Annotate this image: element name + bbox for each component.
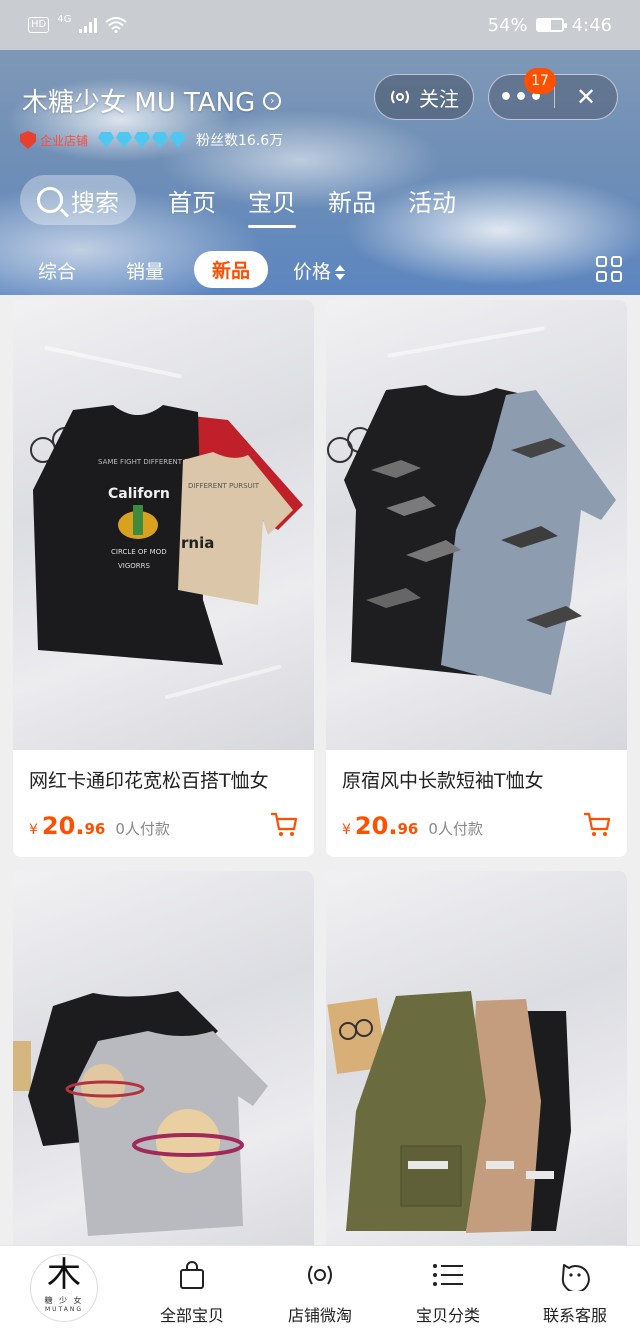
svg-text:Californ: Californ [108,486,170,502]
follow-label: 关注 [419,86,459,111]
svg-text:rnia: rnia [181,534,214,552]
tshirt-illustration [327,385,616,695]
hd-indicator: HD [28,17,50,33]
product-price: ¥ 20. 96 0人付款 [342,812,483,840]
price-decimal: 96 [84,820,106,838]
tab-items[interactable]: 宝贝 [248,183,296,228]
cart-icon[interactable] [270,812,298,838]
product-image [326,871,627,1271]
network-type: 4G [57,13,72,25]
price-integer: 20. [41,812,85,840]
shop-name-link[interactable]: 木糖少女 MU TANG › [22,82,282,119]
grid-view-icon[interactable] [596,256,622,282]
logo-tiny: MUTANG [44,1306,83,1313]
product-card[interactable] [13,871,314,1271]
product-image [326,300,627,750]
diamond-level [98,132,187,148]
filter-sales[interactable]: 销量 [126,257,164,284]
nav-customer-service[interactable]: 联系客服 [520,1258,630,1326]
tab-activity[interactable]: 活动 [408,183,456,218]
svg-text:SAME FIGHT DIFFERENT P: SAME FIGHT DIFFERENT P [98,458,189,466]
product-card[interactable]: 原宿风中长款短袖T恤女 ¥ 20. 96 0人付款 [326,300,627,857]
logo-char: 木 [47,1255,81,1295]
shield-icon [20,131,36,149]
product-card[interactable]: SAME FIGHT DIFFERENT P Californ CIRCLE O… [13,300,314,857]
signal-icon [79,17,98,33]
nav-all-items[interactable]: 全部宝贝 [137,1258,247,1326]
fans-count: 粉丝数16.6万 [196,133,284,149]
bottom-nav: 木 糖 少 女 MUTANG 全部宝贝 店铺微淘 宝贝分类 联系客服 [0,1245,640,1330]
wifi-icon [105,17,127,33]
filter-price-label: 价格 [293,260,332,283]
broadcast-icon [308,1265,332,1285]
sold-count: 0人付款 [115,820,170,838]
filter-overall[interactable]: 综合 [38,257,76,284]
status-bar: HD 4G 54% 4:46 [0,0,640,50]
diamond-icon [116,132,133,148]
nav-shop-feed[interactable]: 店铺微淘 [265,1258,375,1326]
diamond-icon [152,132,169,148]
enterprise-label: 企业店铺 [40,133,89,148]
sort-icon [335,264,346,280]
clock: 4:46 [571,14,612,36]
tab-new[interactable]: 新品 [328,183,376,218]
product-image: SAME FIGHT DIFFERENT P Californ CIRCLE O… [13,300,314,750]
logo-subtitle: 糖 少 女 [44,1296,84,1305]
pants-illustration [327,991,571,1233]
diamond-icon [134,132,151,148]
currency-symbol: ¥ [342,822,351,838]
shop-badges: 企业店铺 粉丝数16.6万 [20,130,283,150]
chevron-right-icon: › [263,91,282,110]
search-label: 搜索 [71,188,119,217]
product-image [13,871,314,1271]
shop-header: 木糖少女 MU TANG › 企业店铺 粉丝数16.6万 关注 ••• ✕ 17… [0,50,640,295]
cart-icon[interactable] [583,812,611,838]
search-icon [37,187,63,213]
filter-new[interactable]: 新品 [194,251,269,288]
tshirt-illustration: SAME FIGHT DIFFERENT P Californ CIRCLE O… [30,405,303,665]
nav-categories[interactable]: 宝贝分类 [393,1258,503,1326]
product-card[interactable] [326,871,627,1271]
price-decimal: 96 [397,820,419,838]
nav-shop-feed-label: 店铺微淘 [287,1306,352,1325]
nav-customer-service-label: 联系客服 [542,1306,607,1325]
tab-home[interactable]: 首页 [168,183,216,218]
sold-count: 0人付款 [428,820,483,838]
tshirt-illustration [13,991,268,1236]
shopping-bag-icon [180,1261,204,1289]
diamond-icon [170,132,187,148]
nav-categories-label: 宝贝分类 [415,1306,480,1325]
product-title: 原宿风中长款短袖T恤女 [342,770,544,792]
shop-nav: 搜索 首页 宝贝 新品 活动 [20,174,456,228]
battery-percent: 54% [487,14,528,36]
enterprise-badge: 企业店铺 [20,131,88,149]
filter-price[interactable]: 价格 [293,257,346,284]
battery-icon [535,18,567,32]
svg-text:VIGORRS: VIGORRS [118,562,151,570]
product-title: 网红卡通印花宽松百搭T恤女 [29,770,269,792]
shop-name: 木糖少女 MU TANG [22,88,256,118]
search-button[interactable]: 搜索 [20,175,136,225]
close-button[interactable]: ✕ [555,83,617,111]
svg-text:DIFFERENT PURSUIT: DIFFERENT PURSUIT [188,482,260,490]
broadcast-icon [391,90,409,104]
product-price: ¥ 20. 96 0人付款 [29,812,170,840]
nav-all-items-label: 全部宝贝 [159,1306,224,1325]
filter-bar: 综合 销量 新品 价格 [0,250,640,290]
notification-badge: 17 [524,68,556,94]
price-integer: 20. [354,812,398,840]
diamond-icon [98,132,115,148]
currency-symbol: ¥ [29,822,38,838]
shop-logo[interactable]: 木 糖 少 女 MUTANG [30,1254,98,1322]
follow-button[interactable]: 关注 [374,74,474,120]
chat-face-icon [561,1264,590,1291]
svg-text:CIRCLE OF MOD: CIRCLE OF MOD [111,548,167,556]
list-icon [433,1264,463,1286]
